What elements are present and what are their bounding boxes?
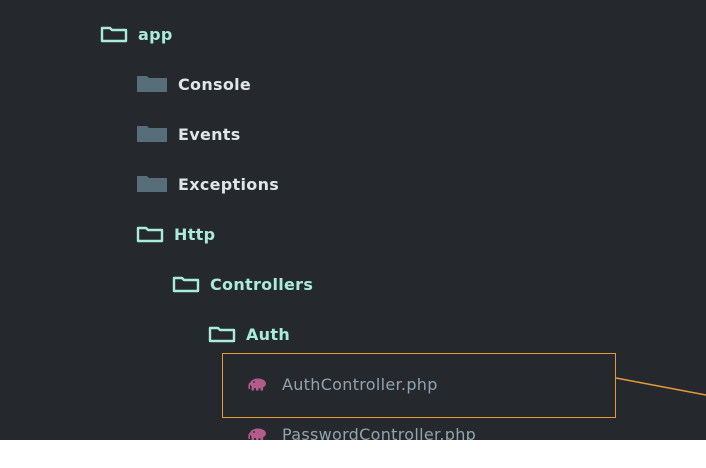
highlight-box [222, 353, 616, 418]
tree-item-label: Console [178, 74, 252, 94]
tree-item-exceptions[interactable]: Exceptions [136, 169, 279, 199]
tree-item-controllers[interactable]: Controllers [172, 269, 313, 299]
tree-item-label: app [138, 24, 173, 44]
tree-item-label: Exceptions [178, 174, 280, 194]
tree-item-label: Auth [246, 324, 291, 344]
tree-item-label: PasswordController.php [282, 424, 477, 441]
tree-item-label: Controllers [210, 274, 314, 294]
tree-item-password-controller[interactable]: PasswordController.php [248, 419, 476, 440]
tree-item-events[interactable]: Events [136, 119, 241, 149]
php-elephant-icon [248, 428, 266, 440]
folder-open-icon [136, 226, 164, 243]
folder-open-icon [172, 276, 200, 293]
folder-open-icon [208, 326, 236, 343]
tree-item-console[interactable]: Console [136, 69, 251, 99]
folder-open-icon [100, 26, 128, 43]
tree-item-auth[interactable]: Auth [208, 319, 290, 349]
folder-closed-icon [137, 176, 167, 192]
tree-item-label: Events [178, 124, 241, 144]
folder-closed-icon [137, 76, 167, 92]
tree-item-app[interactable]: app [100, 19, 173, 49]
tree-item-label: Http [174, 224, 216, 244]
tree-item-http[interactable]: Http [136, 219, 215, 249]
folder-closed-icon [137, 126, 167, 142]
